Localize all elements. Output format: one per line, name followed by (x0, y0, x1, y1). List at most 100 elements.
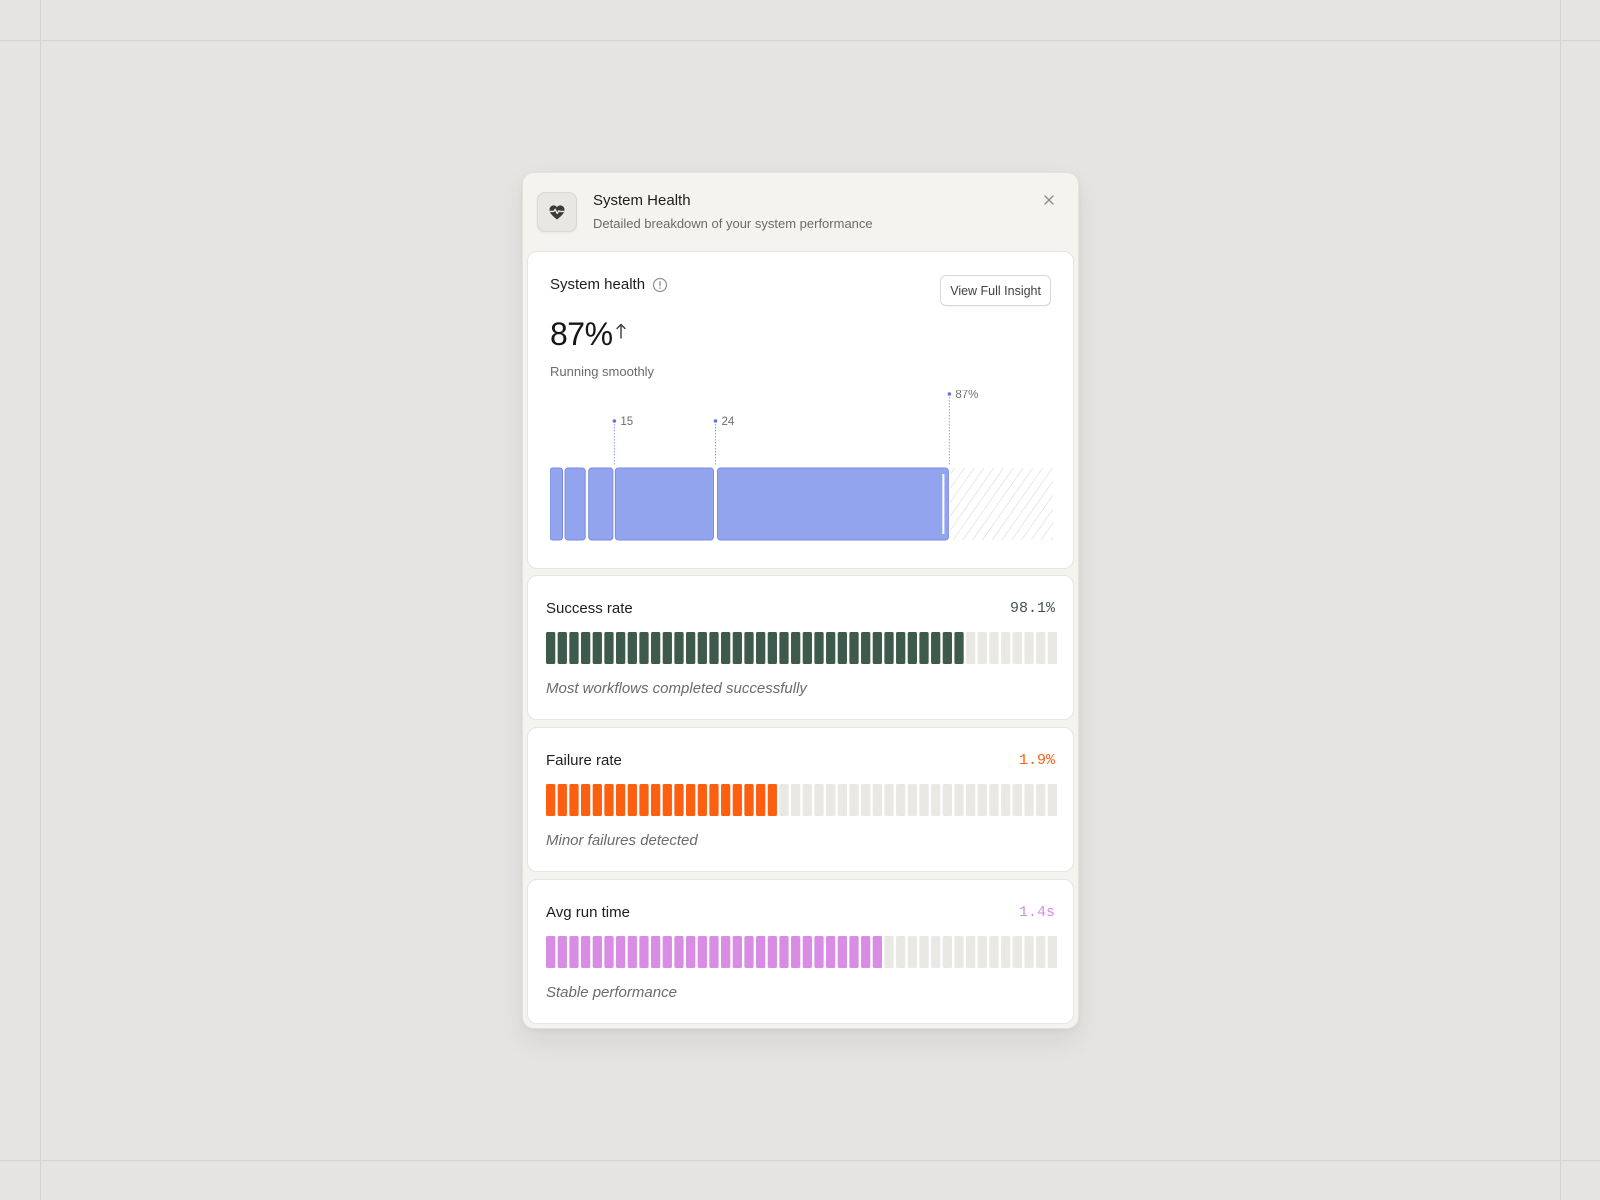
bar-segment-filled (674, 632, 684, 664)
bar-segment-filled (861, 632, 871, 664)
guide-line (0, 40, 1600, 41)
metric-bar (546, 936, 1057, 968)
bar-segment-filled (721, 632, 731, 664)
metric-value: 98.1% (1009, 600, 1055, 617)
metric-value: 1.4s (1018, 904, 1055, 921)
guide-line (0, 1160, 1600, 1161)
bar-segment-filled (872, 632, 882, 664)
bar-segment-empty (791, 784, 801, 816)
bar-segment-empty (942, 784, 952, 816)
bar-segment-filled (592, 936, 602, 968)
bar-segment-filled (569, 632, 579, 664)
bar-segment-empty (861, 784, 871, 816)
bar-segment-filled (581, 936, 591, 968)
metric-title: Success rate (546, 600, 633, 617)
bar-segment-filled (651, 632, 661, 664)
bar-segment-empty (1012, 632, 1022, 664)
bar-segment-filled (557, 784, 567, 816)
view-full-insight-button[interactable]: View Full Insight (940, 275, 1051, 306)
bar-segment-filled (779, 936, 789, 968)
system-health-card: System health View Full Insight 87% Runn… (527, 251, 1074, 569)
bar-segment-filled (697, 784, 707, 816)
metric-description: Stable performance (546, 984, 677, 1001)
bar-segment-empty (779, 784, 789, 816)
bar-segment-filled (861, 936, 871, 968)
bar-segment-filled (791, 936, 801, 968)
bar-segment-filled (662, 632, 672, 664)
marker-dot (947, 392, 952, 396)
arrow-up-icon (616, 323, 626, 339)
bar-segment-filled (884, 632, 894, 664)
bar-segment-filled (674, 936, 684, 968)
bar-segment-filled (849, 632, 859, 664)
bar-segment-empty (802, 784, 812, 816)
bar-segment-empty (907, 784, 917, 816)
bar-segment-empty (1024, 936, 1034, 968)
heart-pulse-icon (537, 192, 577, 232)
bar-segment-filled (814, 632, 824, 664)
bar-segment-empty (1001, 784, 1011, 816)
bar-segment-filled (779, 632, 789, 664)
marker-label: 87% (955, 390, 978, 401)
bar-segment-empty (896, 936, 906, 968)
bar-segment-empty (977, 936, 987, 968)
bar-segment-empty (884, 936, 894, 968)
bar-segment-filled (557, 632, 567, 664)
health-segment (550, 467, 564, 541)
bar-segment-empty (931, 784, 941, 816)
marker-dot (713, 419, 718, 423)
bar-segment-filled (651, 784, 661, 816)
bar-segment-empty (814, 784, 824, 816)
bar-segment-filled (639, 784, 649, 816)
metric-description: Minor failures detected (546, 832, 698, 849)
bar-segment-empty (954, 784, 964, 816)
success-rate-card: Success rate 98.1% Most workflows comple… (527, 575, 1074, 720)
bar-segment-filled (569, 936, 579, 968)
bar-segment-filled (569, 784, 579, 816)
bar-segment-empty (849, 784, 859, 816)
bar-segment-filled (896, 632, 906, 664)
bar-segment-empty (977, 784, 987, 816)
bar-segment-filled (826, 632, 836, 664)
bar-segment-empty (931, 936, 941, 968)
bar-segment-filled (581, 632, 591, 664)
bar-segment-filled (756, 632, 766, 664)
bar-segment-filled (907, 632, 917, 664)
bar-segment-filled (756, 936, 766, 968)
bar-segment-empty (1047, 632, 1057, 664)
bar-segment-empty (1024, 632, 1034, 664)
health-segment (564, 467, 586, 541)
bar-segment-filled (616, 784, 626, 816)
bar-segment-filled (686, 936, 696, 968)
info-icon[interactable] (652, 277, 668, 293)
bar-segment-filled (546, 784, 556, 816)
bar-segment-filled (627, 632, 637, 664)
bar-segment-filled (627, 784, 637, 816)
bar-segment-empty (826, 784, 836, 816)
bar-segment-empty (1036, 936, 1046, 968)
bar-segment-filled (581, 784, 591, 816)
health-segment (588, 467, 614, 541)
bar-segment-filled (837, 936, 847, 968)
health-status: Running smoothly (550, 364, 655, 379)
avg-run-time-card: Avg run time 1.4s Stable performance (527, 879, 1074, 1024)
bar-segment-empty (1036, 784, 1046, 816)
bar-segment-filled (662, 784, 672, 816)
bar-segment-filled (732, 784, 742, 816)
bar-segment-filled (756, 784, 766, 816)
health-position-indicator (942, 474, 945, 534)
bar-segment-filled (616, 936, 626, 968)
bar-segment-filled (954, 632, 964, 664)
bar-segment-empty (989, 784, 999, 816)
bar-segment-filled (837, 632, 847, 664)
bar-segment-empty (966, 784, 976, 816)
bar-segment-filled (744, 632, 754, 664)
bar-segment-filled (709, 784, 719, 816)
bar-segment-filled (814, 936, 824, 968)
metric-bar (546, 632, 1057, 664)
close-button[interactable] (1040, 191, 1058, 209)
bar-segment-filled (767, 784, 777, 816)
bar-segment-empty (1047, 936, 1057, 968)
bar-segment-filled (732, 936, 742, 968)
bar-segment-filled (721, 784, 731, 816)
